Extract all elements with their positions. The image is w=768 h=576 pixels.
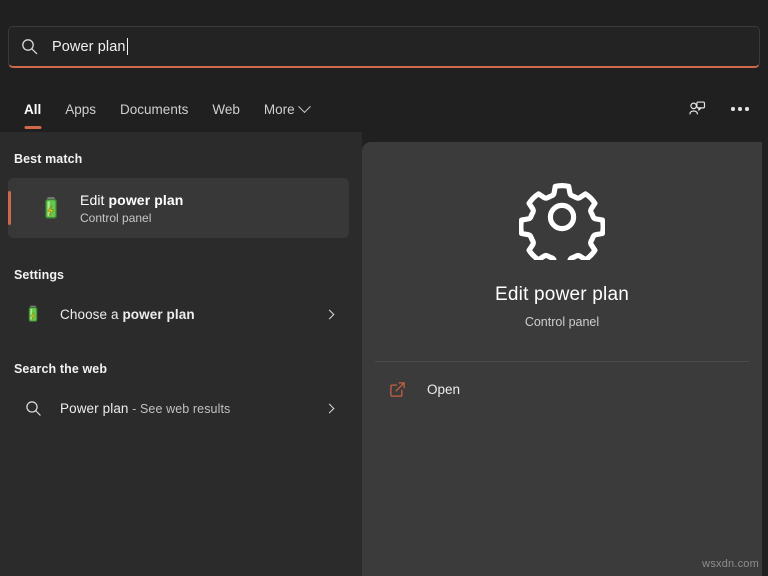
result-label-bold: power plan xyxy=(122,306,195,322)
chevron-right-icon[interactable] xyxy=(324,403,335,413)
result-best-match-edit-power-plan[interactable]: Edit power plan Control panel xyxy=(8,178,349,238)
tab-web-label: Web xyxy=(212,101,240,117)
result-label: Power plan - See web results xyxy=(60,401,326,416)
section-header-settings: Settings xyxy=(14,268,65,282)
tab-documents[interactable]: Documents xyxy=(108,98,200,121)
section-header-best-match: Best match xyxy=(14,152,83,166)
result-label-prefix: Choose a xyxy=(60,306,123,322)
filter-tabs: All Apps Documents Web More xyxy=(12,98,321,121)
tab-more[interactable]: More xyxy=(252,98,321,121)
preview-content: Edit power plan Control panel Open xyxy=(362,142,762,410)
tab-more-label: More xyxy=(263,101,295,117)
preview-divider xyxy=(375,361,749,362)
chevron-right-icon[interactable] xyxy=(324,309,335,319)
result-label: Choose a power plan xyxy=(60,307,326,322)
chevron-down-icon xyxy=(297,99,311,113)
search-input-value: Power plan xyxy=(52,38,126,55)
search-input[interactable]: Power plan xyxy=(8,26,760,68)
tab-apps-label: Apps xyxy=(65,101,97,117)
tab-apps[interactable]: Apps xyxy=(53,98,108,121)
more-options-icon[interactable] xyxy=(726,95,754,123)
preview-title: Edit power plan xyxy=(495,284,629,305)
tab-all-label: All xyxy=(24,101,42,117)
result-subtitle: Control panel xyxy=(80,210,152,225)
result-label-prefix: Power plan xyxy=(60,400,129,416)
preview-action-open[interactable]: Open xyxy=(375,368,749,410)
search-icon xyxy=(22,397,44,419)
result-text-block: Edit power plan Control panel xyxy=(80,192,183,225)
preview-subtitle: Control panel xyxy=(524,315,600,329)
battery-icon xyxy=(22,303,44,325)
search-icon xyxy=(21,38,38,55)
tab-documents-label: Documents xyxy=(120,101,189,117)
result-web-power-plan[interactable]: Power plan - See web results xyxy=(8,386,349,430)
text-caret xyxy=(126,38,128,55)
tab-all[interactable]: All xyxy=(12,98,53,121)
search-flyout: Power plan All Apps Documents Web More B… xyxy=(0,0,768,576)
external-link-icon xyxy=(389,381,406,398)
section-header-search-the-web: Search the web xyxy=(14,362,108,376)
watermark: wsxdn.com xyxy=(702,558,759,570)
ellipsis-glyph xyxy=(731,107,749,111)
preview-action-label: Open xyxy=(427,381,461,397)
preview-panel: Edit power plan Control panel Open xyxy=(362,142,762,576)
results-list-panel: Best match Edit power plan Control panel… xyxy=(0,132,362,576)
result-label-suffix: - See web results xyxy=(128,401,231,416)
tab-web[interactable]: Web xyxy=(200,98,252,121)
result-title-bold: power plan xyxy=(108,191,184,208)
selection-accent-bar xyxy=(8,191,11,225)
feedback-icon[interactable] xyxy=(682,95,710,123)
result-title: Edit power plan xyxy=(80,192,183,208)
filter-tabbar: All Apps Documents Web More xyxy=(0,88,768,130)
result-title-prefix: Edit xyxy=(80,191,109,208)
gear-icon xyxy=(519,174,605,260)
search-bar-container: Power plan xyxy=(8,26,760,68)
result-settings-choose-power-plan[interactable]: Choose a power plan xyxy=(8,292,349,336)
tabbar-actions xyxy=(682,88,754,130)
battery-icon xyxy=(36,193,66,223)
